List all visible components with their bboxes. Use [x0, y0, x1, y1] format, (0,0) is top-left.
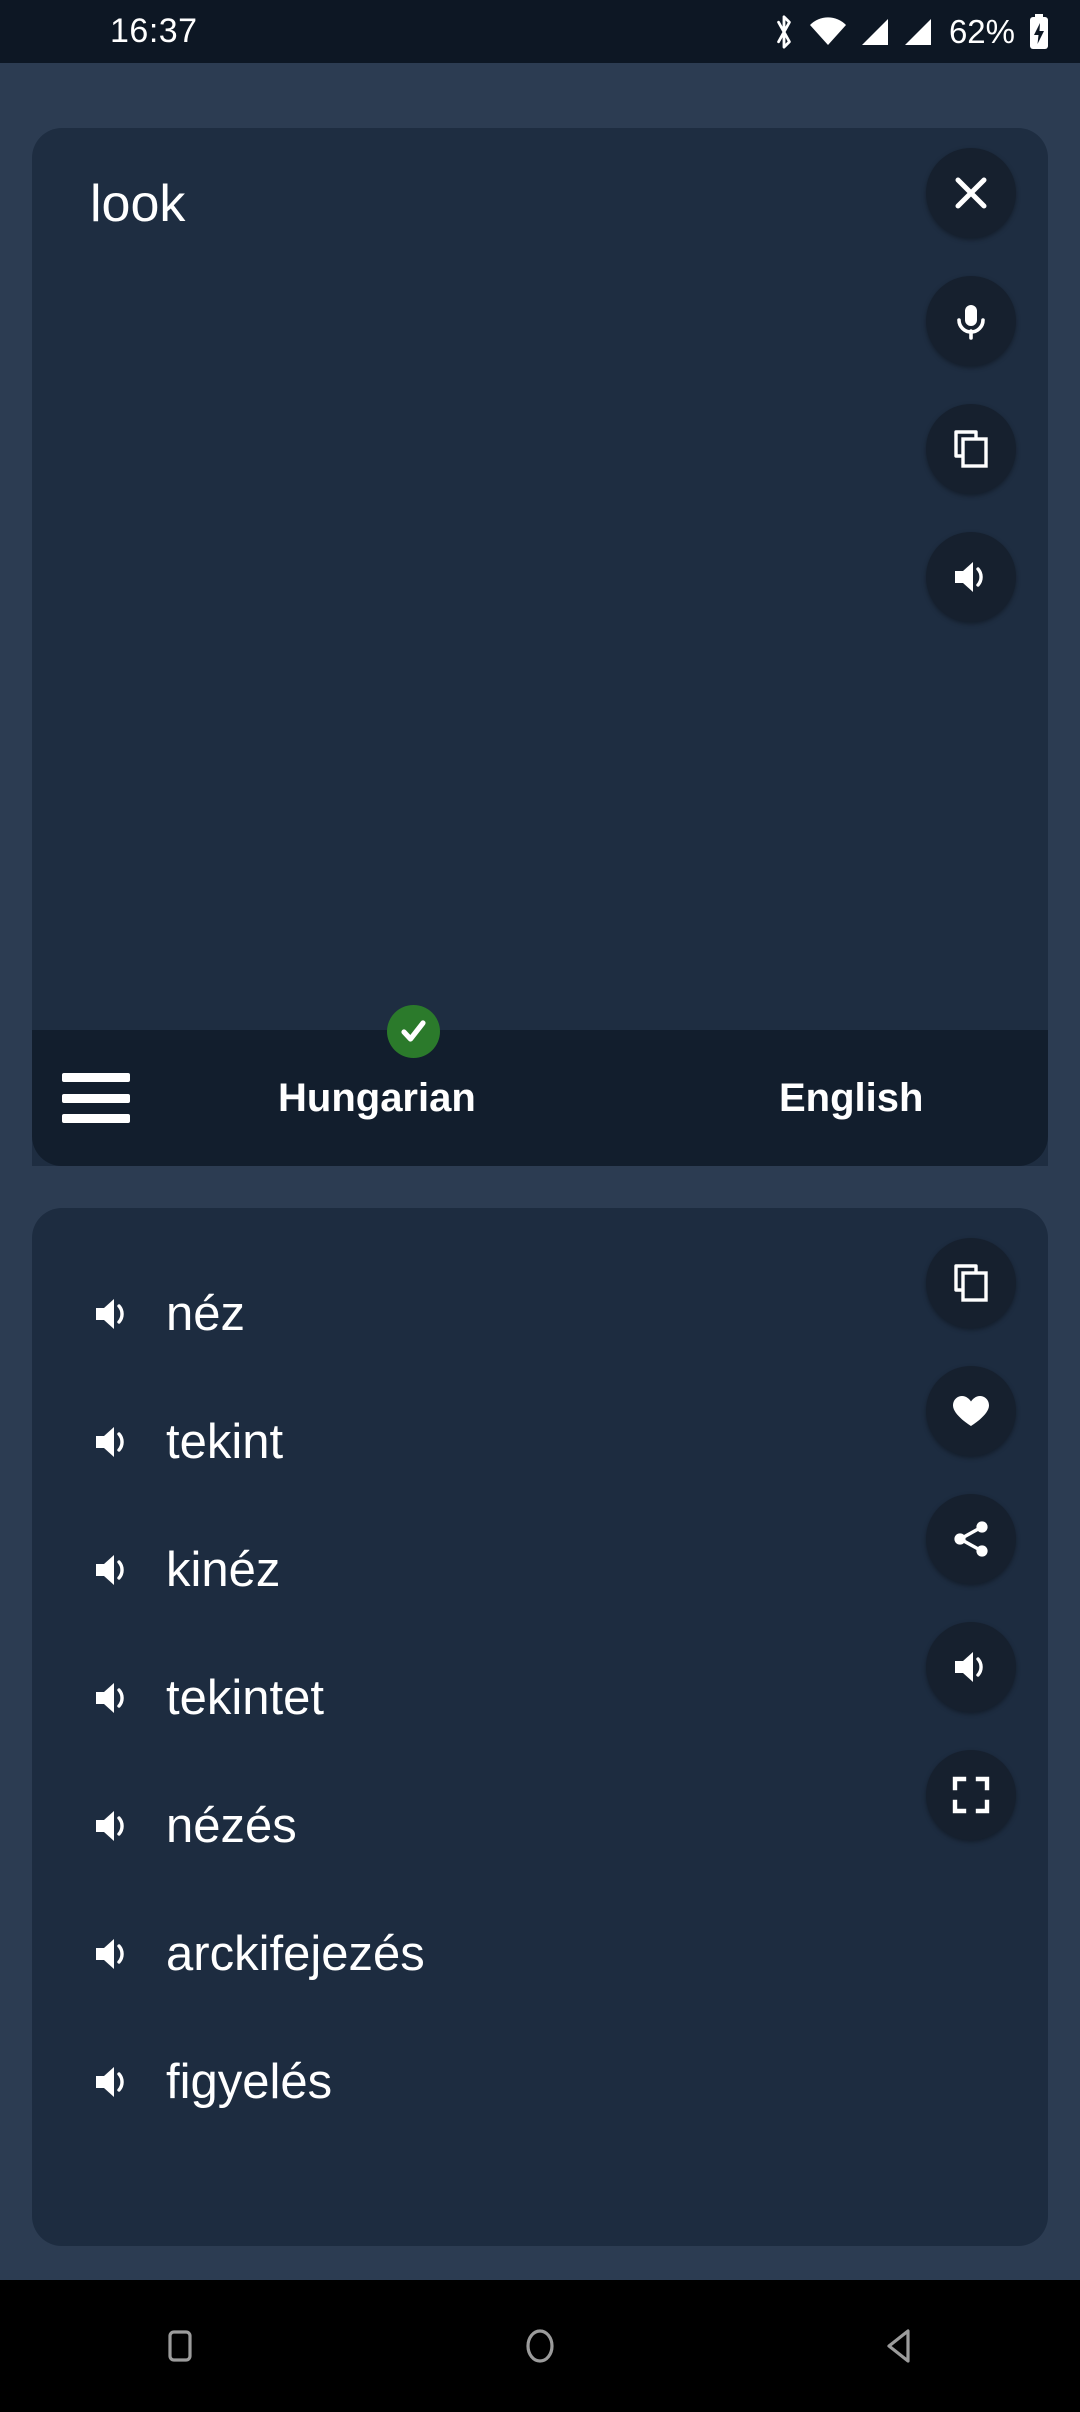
speaker-icon[interactable]: [90, 1548, 134, 1592]
phone-screen: 16:37 62% look Hungarian English néz tek…: [0, 0, 1080, 2412]
list-item[interactable]: arckifejezés: [32, 1890, 892, 2018]
circle-icon: [516, 2322, 564, 2370]
speaker-icon: [949, 555, 993, 599]
copy-results-button[interactable]: [926, 1238, 1016, 1328]
source-text-panel[interactable]: look: [32, 128, 1048, 1166]
microphone-icon: [950, 300, 992, 342]
triangle-left-icon: [876, 2322, 924, 2370]
share-icon: [950, 1518, 992, 1560]
status-badge: [387, 1005, 440, 1058]
speak-button[interactable]: [926, 532, 1016, 622]
heart-icon: [950, 1390, 992, 1432]
hamburger-menu-icon[interactable]: [62, 1073, 130, 1123]
bluetooth-icon: [771, 14, 797, 50]
translation-word: nézés: [166, 1799, 297, 1853]
target-language-selector[interactable]: English: [779, 1076, 923, 1121]
home-button[interactable]: [450, 2280, 630, 2412]
translation-word: figyelés: [166, 2055, 333, 2109]
square-icon: [156, 2322, 204, 2370]
status-icon-tray: 62%: [771, 13, 1050, 51]
list-item[interactable]: néz: [32, 1250, 892, 1378]
source-language-selector[interactable]: Hungarian: [278, 1076, 476, 1121]
signal-sim2-icon: [902, 16, 934, 48]
back-button[interactable]: [810, 2280, 990, 2412]
copy-icon: [950, 1262, 992, 1304]
check-icon: [397, 1015, 430, 1048]
status-bar: 16:37 62%: [0, 0, 1080, 63]
list-item[interactable]: kinéz: [32, 1506, 892, 1634]
translation-word: arckifejezés: [166, 1927, 425, 1981]
list-item[interactable]: figyelés: [32, 2018, 892, 2146]
fullscreen-button[interactable]: [926, 1750, 1016, 1840]
battery-charging-icon: [1028, 13, 1050, 50]
wifi-icon: [808, 16, 848, 48]
translation-word: tekint: [166, 1415, 284, 1469]
speaker-icon[interactable]: [90, 1932, 134, 1976]
share-button[interactable]: [926, 1494, 1016, 1584]
status-clock: 16:37: [110, 12, 198, 50]
fullscreen-icon: [951, 1775, 991, 1815]
results-action-column: [926, 1238, 1016, 1840]
translation-results-panel: néz tekint kinéz tekintet nézés arckifej…: [32, 1208, 1048, 2246]
translation-word: néz: [166, 1287, 246, 1341]
favorite-button[interactable]: [926, 1366, 1016, 1456]
translation-word: kinéz: [166, 1543, 281, 1597]
input-action-column: [926, 148, 1016, 622]
recents-button[interactable]: [90, 2280, 270, 2412]
copy-button[interactable]: [926, 404, 1016, 494]
speaker-icon[interactable]: [90, 1804, 134, 1848]
language-selector-bar: Hungarian English: [32, 1005, 1048, 1166]
list-item[interactable]: tekint: [32, 1378, 892, 1506]
list-item[interactable]: nézés: [32, 1762, 892, 1890]
battery-percent-label: 62%: [948, 12, 1015, 50]
speaker-icon: [949, 1645, 993, 1689]
android-navigation-bar: [0, 2280, 1080, 2412]
source-text-input[interactable]: look: [90, 173, 185, 235]
speak-results-button[interactable]: [926, 1622, 1016, 1712]
signal-sim1-icon: [859, 16, 891, 48]
close-button[interactable]: [926, 148, 1016, 238]
translation-word: tekintet: [166, 1671, 324, 1725]
list-item[interactable]: tekintet: [32, 1634, 892, 1762]
copy-icon: [950, 428, 992, 470]
close-icon: [949, 171, 993, 215]
speaker-icon[interactable]: [90, 1292, 134, 1336]
speaker-icon[interactable]: [90, 1676, 134, 1720]
translation-list: néz tekint kinéz tekintet nézés arckifej…: [32, 1250, 892, 2146]
speaker-icon[interactable]: [90, 2060, 134, 2104]
microphone-button[interactable]: [926, 276, 1016, 366]
speaker-icon[interactable]: [90, 1420, 134, 1464]
